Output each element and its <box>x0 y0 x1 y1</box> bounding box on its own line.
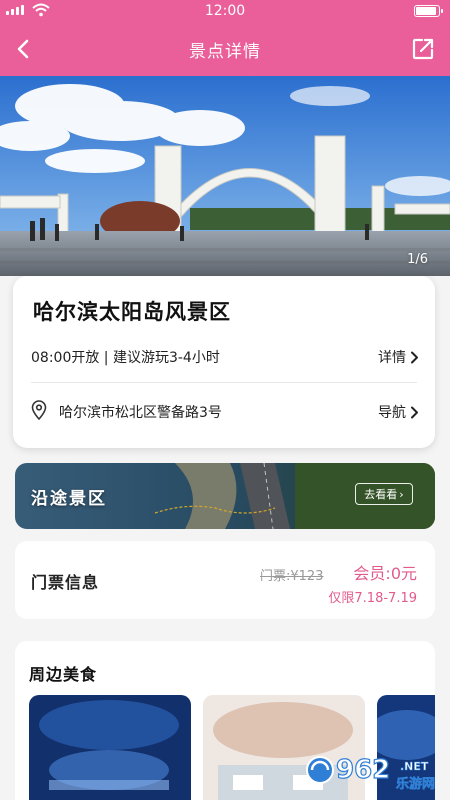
hero-photo <box>0 76 450 276</box>
route-label: 沿途景区 <box>31 489 107 509</box>
image-counter: 1/6 <box>407 252 428 267</box>
opening-hours: 08:00开放 | 建议游玩3-4小时 <box>31 350 220 366</box>
chevron-right-icon <box>411 406 418 418</box>
ticket-label: 门票信息 <box>31 573 100 592</box>
ticket-info-card[interactable]: 门票信息 门票:¥123 会员:0元 仅限7.18-7.19 <box>15 541 435 619</box>
svg-text:乐游网: 乐游网 <box>396 776 435 792</box>
location-pin-icon <box>31 400 47 420</box>
route-attractions-banner[interactable]: 沿途景区 去看看 › <box>15 463 435 529</box>
go-see-button[interactable]: 去看看 › <box>355 483 413 505</box>
svg-text:962: 962 <box>336 755 390 785</box>
hero-image-carousel[interactable]: 1/6 <box>0 76 450 276</box>
site-watermark-logo: 962 .NET 乐游网 <box>304 748 444 796</box>
details-link[interactable]: 详情 <box>378 347 419 367</box>
food-item-thumbnail[interactable] <box>29 695 191 800</box>
go-see-label: 去看看 <box>364 488 398 501</box>
details-label: 详情 <box>378 350 406 366</box>
navigation-label: 导航 <box>378 405 406 421</box>
member-price: 会员:0元 <box>353 564 417 583</box>
share-icon <box>412 38 434 60</box>
original-price: 门票:¥123 <box>260 569 324 584</box>
status-bar: 12:00 <box>0 0 450 22</box>
page-title: 景点详情 <box>189 42 261 62</box>
section-title: 周边美食 <box>29 665 98 684</box>
svg-text:.NET: .NET <box>400 760 429 773</box>
promo-date-limit: 仅限7.18-7.19 <box>328 591 417 606</box>
chevron-right-icon: › <box>399 487 404 501</box>
navigation-link[interactable]: 导航 <box>378 402 419 422</box>
address: 哈尔滨市松北区警备路3号 <box>59 405 222 421</box>
chevron-right-icon <box>411 351 418 363</box>
divider <box>31 382 417 383</box>
attraction-name: 哈尔滨太阳岛风景区 <box>33 300 231 324</box>
attraction-info-card: 哈尔滨太阳岛风景区 08:00开放 | 建议游玩3-4小时 详情 哈尔滨市松北区… <box>13 276 435 448</box>
status-time: 12:00 <box>204 3 246 19</box>
share-button[interactable] <box>408 34 438 64</box>
nav-bar: 景点详情 <box>0 22 450 76</box>
battery-icon <box>414 5 443 17</box>
